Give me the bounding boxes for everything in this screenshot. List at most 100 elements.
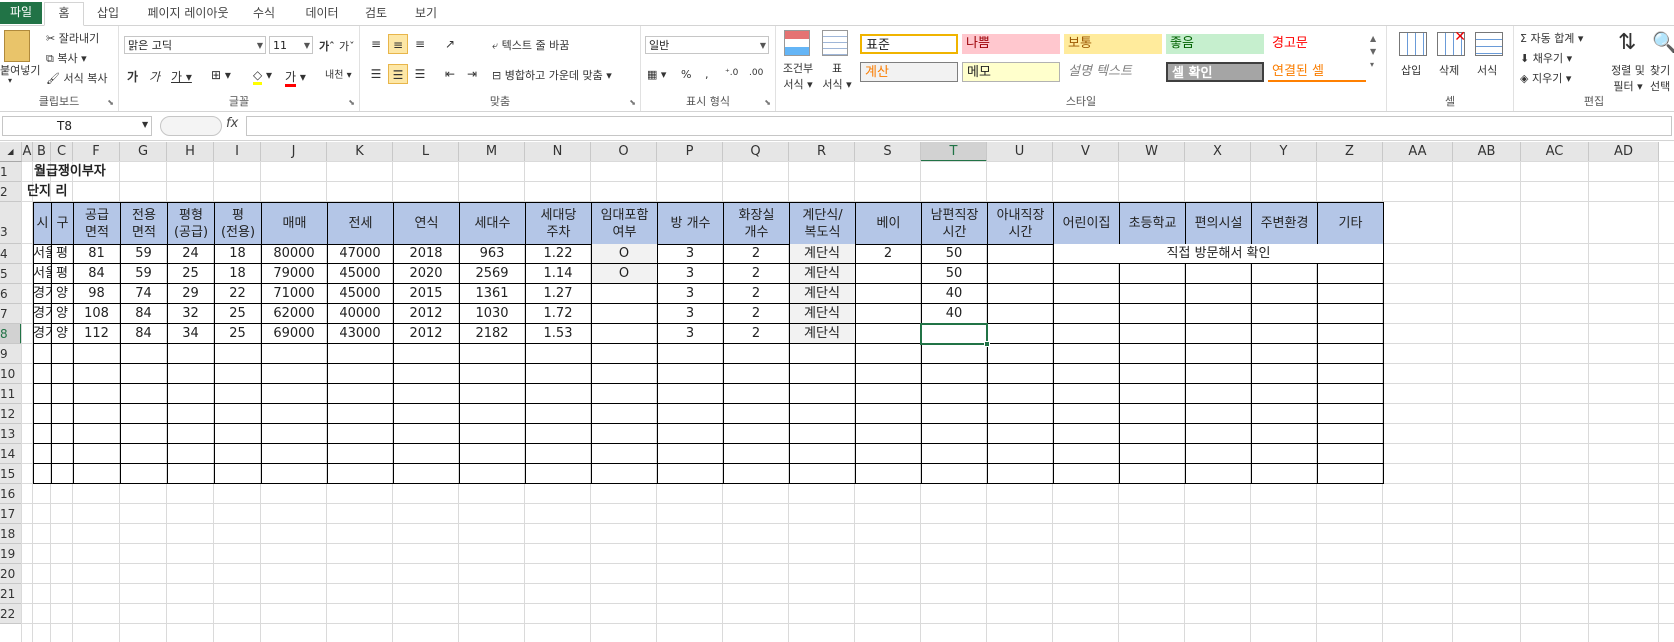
row-header-22[interactable]: 22: [0, 604, 22, 624]
style-explanatory[interactable]: 설명 텍스트: [1064, 62, 1162, 82]
data-cell[interactable]: 25: [214, 304, 261, 324]
column-header-p[interactable]: P: [657, 142, 723, 162]
sort-filter-icon[interactable]: ⇅: [1618, 30, 1636, 55]
merge-center-button[interactable]: ⊟ 병합하고 가운데 맞춤 ▾: [492, 67, 612, 83]
data-cell[interactable]: 계단식: [789, 284, 855, 304]
data-cell[interactable]: 18: [214, 264, 261, 284]
data-cell[interactable]: 40: [921, 304, 987, 324]
header-cell[interactable]: 화장실 개수: [723, 202, 790, 245]
row-header-17[interactable]: 17: [0, 504, 22, 524]
data-cell[interactable]: 2012: [393, 324, 459, 344]
data-cell[interactable]: 40000: [327, 304, 393, 324]
number-launcher-icon[interactable]: ⬊: [764, 98, 771, 107]
insert-cells-button[interactable]: 삽입: [1401, 62, 1421, 78]
table-format-icon[interactable]: [822, 30, 848, 56]
insert-cells-icon[interactable]: [1399, 32, 1427, 56]
column-header-ac[interactable]: AC: [1521, 142, 1589, 162]
data-cell[interactable]: 2182: [459, 324, 525, 344]
data-cell[interactable]: [855, 324, 921, 344]
style-normal[interactable]: 표준: [860, 34, 958, 54]
data-cell[interactable]: 1.14: [525, 264, 591, 284]
row-header-19[interactable]: 19: [0, 544, 22, 564]
data-cell[interactable]: 2569: [459, 264, 525, 284]
data-cell[interactable]: O: [591, 264, 657, 284]
column-header-b[interactable]: B: [33, 142, 51, 162]
data-cell[interactable]: 25: [167, 264, 214, 284]
column-header-s[interactable]: S: [855, 142, 921, 162]
align-center-icon[interactable]: ☰: [388, 64, 408, 84]
data-cell[interactable]: 81: [73, 244, 120, 264]
sheet-subtitle[interactable]: 단지 리: [22, 182, 142, 202]
paste-icon[interactable]: [4, 30, 30, 62]
font-size-combo[interactable]: 11 ▼: [269, 36, 313, 54]
data-cell[interactable]: O: [591, 244, 657, 264]
data-cell[interactable]: 3: [657, 284, 723, 304]
increase-indent-icon[interactable]: ⇥: [462, 64, 482, 84]
header-cell[interactable]: 전세: [327, 202, 394, 245]
row-header-5[interactable]: 5: [0, 264, 22, 284]
data-cell[interactable]: 40: [921, 284, 987, 304]
header-cell[interactable]: 베이: [855, 202, 922, 245]
column-header-y[interactable]: Y: [1251, 142, 1317, 162]
column-header-o[interactable]: O: [591, 142, 657, 162]
header-cell[interactable]: 시: [33, 202, 52, 245]
align-bottom-icon[interactable]: ≡: [410, 34, 430, 54]
header-cell[interactable]: 세대수: [459, 202, 526, 245]
header-cell[interactable]: 기타: [1317, 202, 1384, 245]
tab-view[interactable]: 보기: [408, 3, 444, 24]
tab-data[interactable]: 데이터: [298, 3, 346, 24]
data-cell[interactable]: 2: [723, 264, 789, 284]
row-header-8[interactable]: 8: [0, 324, 22, 344]
data-cell[interactable]: 80000: [261, 244, 327, 264]
data-cell[interactable]: [591, 324, 657, 344]
data-cell[interactable]: 24: [167, 244, 214, 264]
data-cell[interactable]: 1.53: [525, 324, 591, 344]
header-cell[interactable]: 계단식/복도식: [789, 202, 856, 245]
name-box[interactable]: T8: [2, 116, 152, 136]
format-cells-icon[interactable]: [1475, 32, 1503, 56]
data-cell[interactable]: 963: [459, 244, 525, 264]
column-header-w[interactable]: W: [1119, 142, 1185, 162]
clear-button[interactable]: ◈ 지우기 ▾: [1520, 70, 1571, 86]
row-header-2[interactable]: 2: [0, 182, 22, 202]
data-cell[interactable]: 98: [73, 284, 120, 304]
data-cell[interactable]: 69000: [261, 324, 327, 344]
data-cell[interactable]: 2020: [393, 264, 459, 284]
column-header-c[interactable]: C: [51, 142, 73, 162]
orientation-icon[interactable]: ↗: [440, 34, 460, 54]
data-cell[interactable]: 양: [51, 304, 73, 324]
column-header-t[interactable]: T: [921, 142, 987, 162]
data-cell[interactable]: 2: [723, 304, 789, 324]
tab-insert[interactable]: 삽입: [88, 3, 128, 24]
header-cell[interactable]: 연식: [393, 202, 460, 245]
data-cell[interactable]: [591, 284, 657, 304]
data-cell[interactable]: 1361: [459, 284, 525, 304]
data-cell[interactable]: 74: [120, 284, 167, 304]
data-cell[interactable]: 3: [657, 264, 723, 284]
style-bad[interactable]: 나쁨: [962, 34, 1060, 54]
insert-function-icon[interactable]: fx: [226, 116, 238, 131]
column-header-a[interactable]: A: [22, 142, 33, 162]
column-header-aa[interactable]: AA: [1383, 142, 1453, 162]
row-header-7[interactable]: 7: [0, 304, 22, 324]
data-cell[interactable]: 1.72: [525, 304, 591, 324]
decrease-decimal-icon[interactable]: .00: [749, 68, 763, 78]
data-cell[interactable]: 2015: [393, 284, 459, 304]
data-cell[interactable]: 1030: [459, 304, 525, 324]
data-cell[interactable]: 2: [855, 244, 921, 264]
find-select-button[interactable]: 찾기 선택: [1650, 62, 1670, 94]
copy-button[interactable]: ⧉ 복사 ▾: [46, 50, 87, 66]
header-cell[interactable]: 평형 (공급): [167, 202, 215, 245]
data-cell[interactable]: 서울시: [33, 244, 51, 264]
style-check-cell[interactable]: 셀 확인: [1166, 62, 1264, 82]
decrease-indent-icon[interactable]: ⇤: [440, 64, 460, 84]
active-cell-T8[interactable]: [920, 323, 988, 345]
data-cell[interactable]: 59: [120, 264, 167, 284]
column-header-q[interactable]: Q: [723, 142, 789, 162]
header-cell[interactable]: 임대포함 여부: [591, 202, 658, 245]
data-cell[interactable]: 32: [167, 304, 214, 324]
grow-font-icon[interactable]: 가ˆ: [319, 38, 335, 54]
data-cell[interactable]: [591, 304, 657, 324]
tab-file[interactable]: 파일: [0, 2, 42, 24]
data-cell[interactable]: 84: [73, 264, 120, 284]
